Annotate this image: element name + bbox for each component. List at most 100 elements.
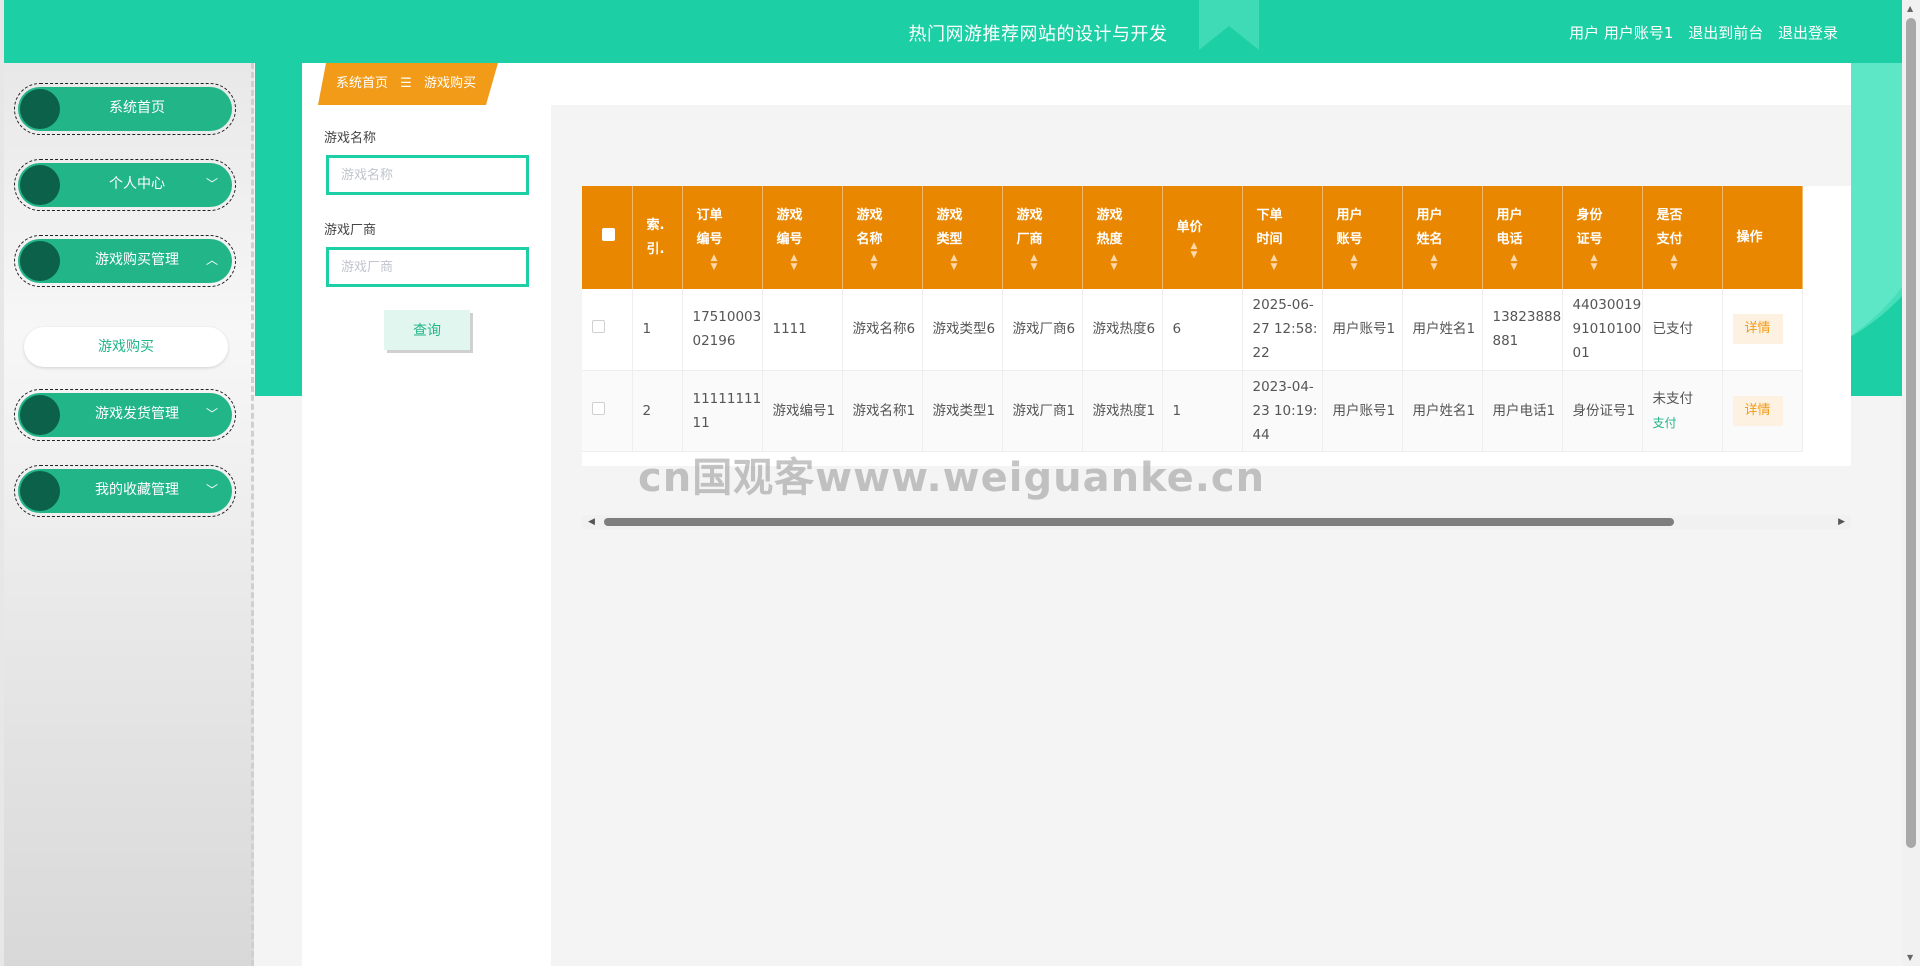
sidebar-item-game-shipping-mgmt[interactable]: 游戏发货管理 ﹀ [14,389,236,441]
cell-paid: 已支付 [1642,289,1723,371]
page-vertical-scrollbar[interactable]: ▲ ▼ [1902,0,1920,966]
sort-icon[interactable]: ▲ ▼ [937,253,1002,272]
main-content: 系统首页 ☰ 游戏购买 游戏名称 游戏厂商 查询 索.引. 订单编号▲▼ 游戏编… [302,63,1851,966]
menu-dot-icon [20,241,60,281]
scroll-down-icon[interactable]: ▼ [1907,953,1913,962]
th-account[interactable]: 用户 账号 ▲ ▼ [1322,186,1403,289]
row-checkbox[interactable] [592,401,605,415]
scrollbar-thumb[interactable] [1906,18,1916,848]
th-order-time[interactable]: 下单 时间 ▲ ▼ [1242,186,1323,289]
table-row: 1 1751000302196 1111 游戏名称6 游戏类型6 游戏厂商6 游… [582,289,1803,371]
paid-status: 未支付 [1652,390,1694,407]
detail-button[interactable]: 详情 [1732,314,1783,345]
chevron-down-icon: ﹀ [205,177,218,191]
vendor-label: 游戏厂商 [324,223,377,238]
vendor-input[interactable] [326,247,529,287]
select-all-checkbox-header[interactable] [582,186,633,289]
breadcrumb: 系统首页 ☰ 游戏购买 [318,63,498,105]
cell-phone: 用户电话1 [1482,370,1563,452]
cell-game-no: 1111 [762,289,843,371]
sort-icon[interactable]: ▲ ▼ [697,253,762,272]
cell-phone: 13823888881 [1482,289,1563,371]
breadcrumb-separator-icon: ☰ [400,76,412,91]
scroll-up-icon[interactable]: ▲ [1907,4,1913,13]
cell-price: 6 [1162,289,1243,371]
sidebar-item-label: 我的收藏管理 [95,482,179,498]
scroll-left-icon[interactable]: ◀ [588,517,595,527]
sort-icon[interactable]: ▲ ▼ [1257,253,1322,272]
exit-to-front-link[interactable]: 退出到前台 [1688,24,1763,42]
search-panel: 游戏名称 游戏厂商 查询 [302,105,551,966]
th-heat[interactable]: 游戏 热度 ▲ ▼ [1082,186,1163,289]
breadcrumb-bar: 系统首页 ☰ 游戏购买 [302,63,1851,105]
menu-dot-icon [20,165,60,205]
cell-paid: 未支付 支付 [1642,370,1723,452]
paid-status: 已支付 [1652,321,1694,338]
th-phone[interactable]: 用户 电话 ▲ ▼ [1482,186,1563,289]
sort-icon[interactable]: ▲ ▼ [1657,253,1722,272]
sort-icon[interactable]: ▲ ▼ [1337,253,1402,272]
th-user-name[interactable]: 用户 姓名 ▲ ▼ [1402,186,1483,289]
sort-icon[interactable]: ▲ ▼ [1017,253,1082,272]
sidebar-item-favorites-mgmt[interactable]: 我的收藏管理 ﹀ [14,465,236,517]
breadcrumb-home-link[interactable]: 系统首页 [336,76,388,91]
cell-action: 详情 [1722,289,1803,371]
sort-icon[interactable]: ▲ ▼ [1417,253,1482,272]
cell-order-no: 1751000302196 [682,289,763,371]
current-user-label: 用户 用户账号1 [1569,24,1674,42]
detail-button[interactable]: 详情 [1732,395,1783,426]
chevron-up-icon: ︿ [205,253,218,267]
select-all-checkbox[interactable] [602,227,615,241]
sort-icon[interactable]: ▲ ▼ [1177,241,1242,260]
orders-table-container: 索. 引. 订单 编号 ▲ ▼ 游戏 编号 ▲ ▼ 游戏 名称 ▲ ▼ 游戏 类型 ▲ ▼ 游戏 厂商 ▲ ▼ … [582,186,1851,466]
cell-game-name: 游戏名称6 [842,289,923,371]
scrollbar-thumb[interactable] [604,518,1674,526]
sort-icon[interactable]: ▲ ▼ [1577,253,1642,272]
query-button[interactable]: 查询 [384,310,470,350]
row-checkbox[interactable] [592,320,605,334]
chevron-down-icon: ﹀ [205,483,218,497]
cell-user-name: 用户姓名1 [1402,370,1483,452]
th-vendor[interactable]: 游戏 厂商 ▲ ▼ [1002,186,1083,289]
th-game-no[interactable]: 游戏 编号 ▲ ▼ [762,186,843,289]
scroll-right-icon[interactable]: ▶ [1838,517,1845,527]
cell-game-type: 游戏类型1 [922,370,1003,452]
th-order-no[interactable]: 订单 编号 ▲ ▼ [682,186,763,289]
sort-icon[interactable]: ▲ ▼ [1097,253,1162,272]
sort-icon[interactable]: ▲ ▼ [857,253,922,272]
pay-link[interactable]: 支付 [1653,416,1677,430]
sort-icon[interactable]: ▲ ▼ [1497,253,1562,272]
th-price[interactable]: 单价 ▲ ▼ [1162,186,1243,289]
cell-vendor: 游戏厂商6 [1002,289,1083,371]
orders-table: 索. 引. 订单 编号 ▲ ▼ 游戏 编号 ▲ ▼ 游戏 名称 ▲ ▼ 游戏 类型 ▲ ▼ 游戏 厂商 ▲ ▼ … [582,186,1803,452]
sidebar-subitem-game-purchase[interactable]: 游戏购买 [24,327,228,367]
cell-index: 2 [632,370,683,452]
cell-user-name: 用户姓名1 [1402,289,1483,371]
sidebar-item-game-purchase-mgmt[interactable]: 游戏购买管理 ︿ [14,235,236,287]
menu-dot-icon [20,395,60,435]
sidebar-item-home[interactable]: 系统首页 [14,83,236,135]
th-paid[interactable]: 是否 支付 ▲ ▼ [1642,186,1723,289]
game-name-input[interactable] [326,155,529,195]
top-header: 热门网游推荐网站的设计与开发 用户 用户账号1 退出到前台 退出登录 [4,0,1902,63]
table-row: 2 1111111111 游戏编号1 游戏名称1 游戏类型1 游戏厂商1 游戏热… [582,370,1803,452]
th-game-type[interactable]: 游戏 类型 ▲ ▼ [922,186,1003,289]
game-name-label: 游戏名称 [324,131,377,146]
table-horizontal-scrollbar[interactable]: ◀ ▶ [582,515,1851,529]
cell-game-no: 游戏编号1 [762,370,843,452]
th-game-name[interactable]: 游戏 名称 ▲ ▼ [842,186,923,289]
cell-account: 用户账号1 [1322,289,1403,371]
cell-order-time: 2025-06-27 12:58:22 [1242,289,1323,371]
breadcrumb-current: 游戏购买 [423,76,476,91]
logout-link[interactable]: 退出登录 [1778,24,1838,42]
cell-game-type: 游戏类型6 [922,289,1003,371]
sidebar-item-label: 游戏发货管理 [95,406,179,422]
sort-icon[interactable]: ▲ ▼ [777,253,842,272]
sidebar: 系统首页 个人中心 ﹀ 游戏购买管理 ︿ 游戏购买 游戏发货管理 ﹀ 我的收藏管… [4,63,254,966]
cell-index: 1 [632,289,683,371]
sidebar-item-personal-center[interactable]: 个人中心 ﹀ [14,159,236,211]
cell-account: 用户账号1 [1322,370,1403,452]
th-id-no[interactable]: 身份 证号 ▲ ▼ [1562,186,1643,289]
sidebar-item-label: 系统首页 [109,100,165,116]
cell-game-name: 游戏名称1 [842,370,923,452]
